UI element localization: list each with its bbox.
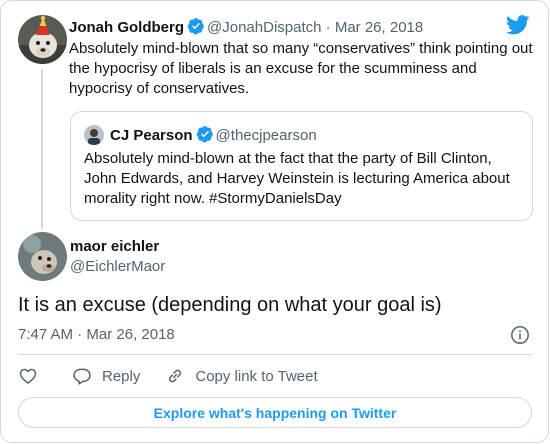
twitter-bird-icon[interactable] bbox=[506, 15, 530, 35]
tweet-embed-card: Jonah Goldberg @JonahDispatch · Mar 26, 2… bbox=[0, 0, 549, 443]
link-icon bbox=[169, 369, 182, 383]
tweet-date[interactable]: Mar 26, 2018 bbox=[335, 19, 423, 36]
dog-party-hat-avatar-icon bbox=[18, 15, 67, 64]
tweet-time[interactable]: 7:47 AM bbox=[18, 326, 73, 343]
tweet-date[interactable]: Mar 26, 2018 bbox=[86, 326, 174, 343]
quoted-author-name: CJ Pearson bbox=[110, 127, 193, 144]
separator-dot: · bbox=[77, 326, 83, 343]
dog-avatar-icon bbox=[18, 232, 67, 281]
info-icon[interactable] bbox=[510, 325, 530, 345]
tweet-actions: Reply Copy link to Tweet bbox=[18, 365, 318, 387]
parent-tweet-text: Absolutely mind-blown that so many “cons… bbox=[69, 40, 533, 97]
person-avatar-icon bbox=[84, 125, 104, 145]
thread-connector-line bbox=[41, 69, 43, 229]
quoted-author-handle: @thecjpearson bbox=[215, 127, 317, 144]
cj-avatar bbox=[84, 125, 104, 145]
divider bbox=[18, 354, 532, 355]
reply-label: Reply bbox=[102, 367, 141, 385]
reply-button[interactable]: Reply bbox=[72, 366, 140, 386]
verified-badge-icon bbox=[187, 18, 204, 35]
heart-icon bbox=[19, 368, 37, 384]
reply-tweet-text: It is an excuse (depending on what your … bbox=[18, 294, 442, 316]
separator-dot: · bbox=[325, 19, 331, 36]
reply-author-handle[interactable]: @EichlerMaor bbox=[70, 257, 165, 277]
reply-author-name[interactable]: maor eichler bbox=[70, 237, 159, 257]
parent-tweet-header: Jonah Goldberg @JonahDispatch · Mar 26, 2… bbox=[69, 17, 423, 38]
tweet-timestamp[interactable]: 7:47 AM · Mar 26, 2018 bbox=[18, 325, 175, 345]
like-button[interactable] bbox=[18, 366, 38, 386]
quoted-tweet-header: CJ Pearson @thecjpearson bbox=[110, 125, 317, 146]
explore-twitter-button[interactable]: Explore what's happening on Twitter bbox=[18, 397, 532, 428]
quoted-tweet[interactable]: CJ Pearson @thecjpearson Absolutely mind-… bbox=[70, 111, 533, 221]
verified-badge-icon bbox=[196, 126, 213, 143]
reply-bubble-icon bbox=[73, 368, 91, 385]
author-name[interactable]: Jonah Goldberg bbox=[69, 19, 184, 36]
jonah-avatar[interactable] bbox=[18, 15, 67, 64]
copy-link-button[interactable]: Copy link to Tweet bbox=[165, 366, 318, 386]
copy-link-label: Copy link to Tweet bbox=[195, 367, 318, 385]
author-handle[interactable]: @JonahDispatch bbox=[207, 19, 321, 36]
quoted-tweet-text: Absolutely mind-blown at the fact that t… bbox=[84, 150, 510, 207]
maor-avatar[interactable] bbox=[18, 232, 67, 281]
